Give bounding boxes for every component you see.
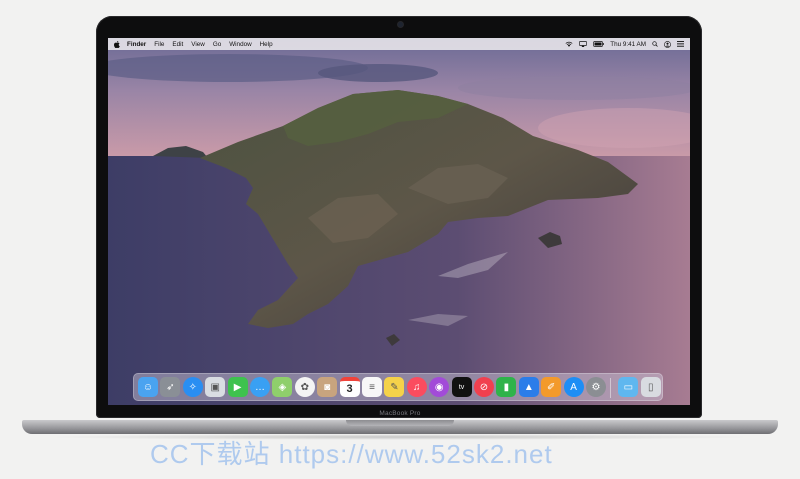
note-icon[interactable]: ✎ (384, 377, 405, 397)
video-icon[interactable]: ▶ (227, 377, 248, 397)
flower-icon[interactable]: ✿ (294, 377, 315, 397)
finder-icon[interactable]: ☺ (138, 377, 158, 397)
contacts-icon[interactable]: ◙ (317, 377, 338, 397)
wifi-icon[interactable] (565, 41, 573, 47)
gear-icon[interactable]: ⚙ (586, 377, 606, 397)
trash-icon[interactable]: ▯ (640, 377, 661, 397)
apple-logo-icon[interactable] (114, 40, 120, 48)
bar-chart-icon[interactable]: ▮ (496, 377, 517, 397)
dock-separator (610, 378, 611, 398)
news-icon[interactable]: ⊘ (474, 377, 494, 397)
menu-go[interactable]: Go (213, 41, 221, 48)
list-icon[interactable]: ≡ (362, 377, 382, 397)
menu-extras: Thu 9:41 AM (565, 41, 684, 48)
desktop-wallpaper (108, 38, 690, 405)
chat-icon[interactable]: … (250, 377, 270, 397)
folder-icon[interactable]: ▭ (618, 377, 639, 397)
menu-view[interactable]: View (191, 41, 205, 48)
dock: ☺ ➶ ✧ ▣ ▶… ◈ ✿ ◙ 3 ≡ ✎ ♫ ◉ tv ⊘ ▮ ▲ ✐ A ⚙ ▭ ▯ (133, 373, 663, 401)
pages-icon[interactable]: ✐ (541, 377, 562, 397)
keynote-icon[interactable]: ▲ (518, 377, 539, 397)
desktop-screen: Finder File Edit View Go Window Help Thu… (108, 38, 690, 405)
battery-icon[interactable] (593, 41, 605, 47)
appstore-icon[interactable]: A (563, 377, 584, 397)
calendar-icon[interactable]: 3 (339, 377, 360, 397)
lid-notch (346, 420, 454, 426)
menu-clock[interactable]: Thu 9:41 AM (610, 41, 646, 48)
music-icon[interactable]: ♫ (406, 377, 427, 397)
watermark: CC下载站 https://www.52sk2.net (150, 439, 553, 469)
search-icon[interactable] (652, 41, 658, 47)
device-label: MacBook Pro (379, 410, 421, 417)
compass-icon[interactable]: ✧ (182, 377, 203, 397)
tv-icon[interactable]: tv (451, 377, 472, 397)
airplay-icon[interactable] (579, 41, 588, 47)
camera-icon (398, 22, 403, 27)
macbook-pro-device: Finder File Edit View Go Window Help Thu… (0, 0, 800, 479)
user-icon[interactable] (664, 40, 671, 48)
menu-edit[interactable]: Edit (172, 41, 183, 48)
menu-list-icon[interactable] (677, 41, 684, 47)
image-icon[interactable]: ▣ (205, 377, 226, 397)
menu-file[interactable]: File (154, 41, 164, 48)
map-icon[interactable]: ◈ (272, 377, 293, 397)
menu-bar: Finder File Edit View Go Window Help Thu… (108, 38, 690, 50)
podcast-icon[interactable]: ◉ (429, 377, 450, 397)
menu-finder[interactable]: Finder (127, 41, 146, 48)
rocket-icon[interactable]: ➶ (160, 377, 181, 397)
menu-help[interactable]: Help (260, 41, 273, 48)
menu-window[interactable]: Window (229, 41, 251, 48)
